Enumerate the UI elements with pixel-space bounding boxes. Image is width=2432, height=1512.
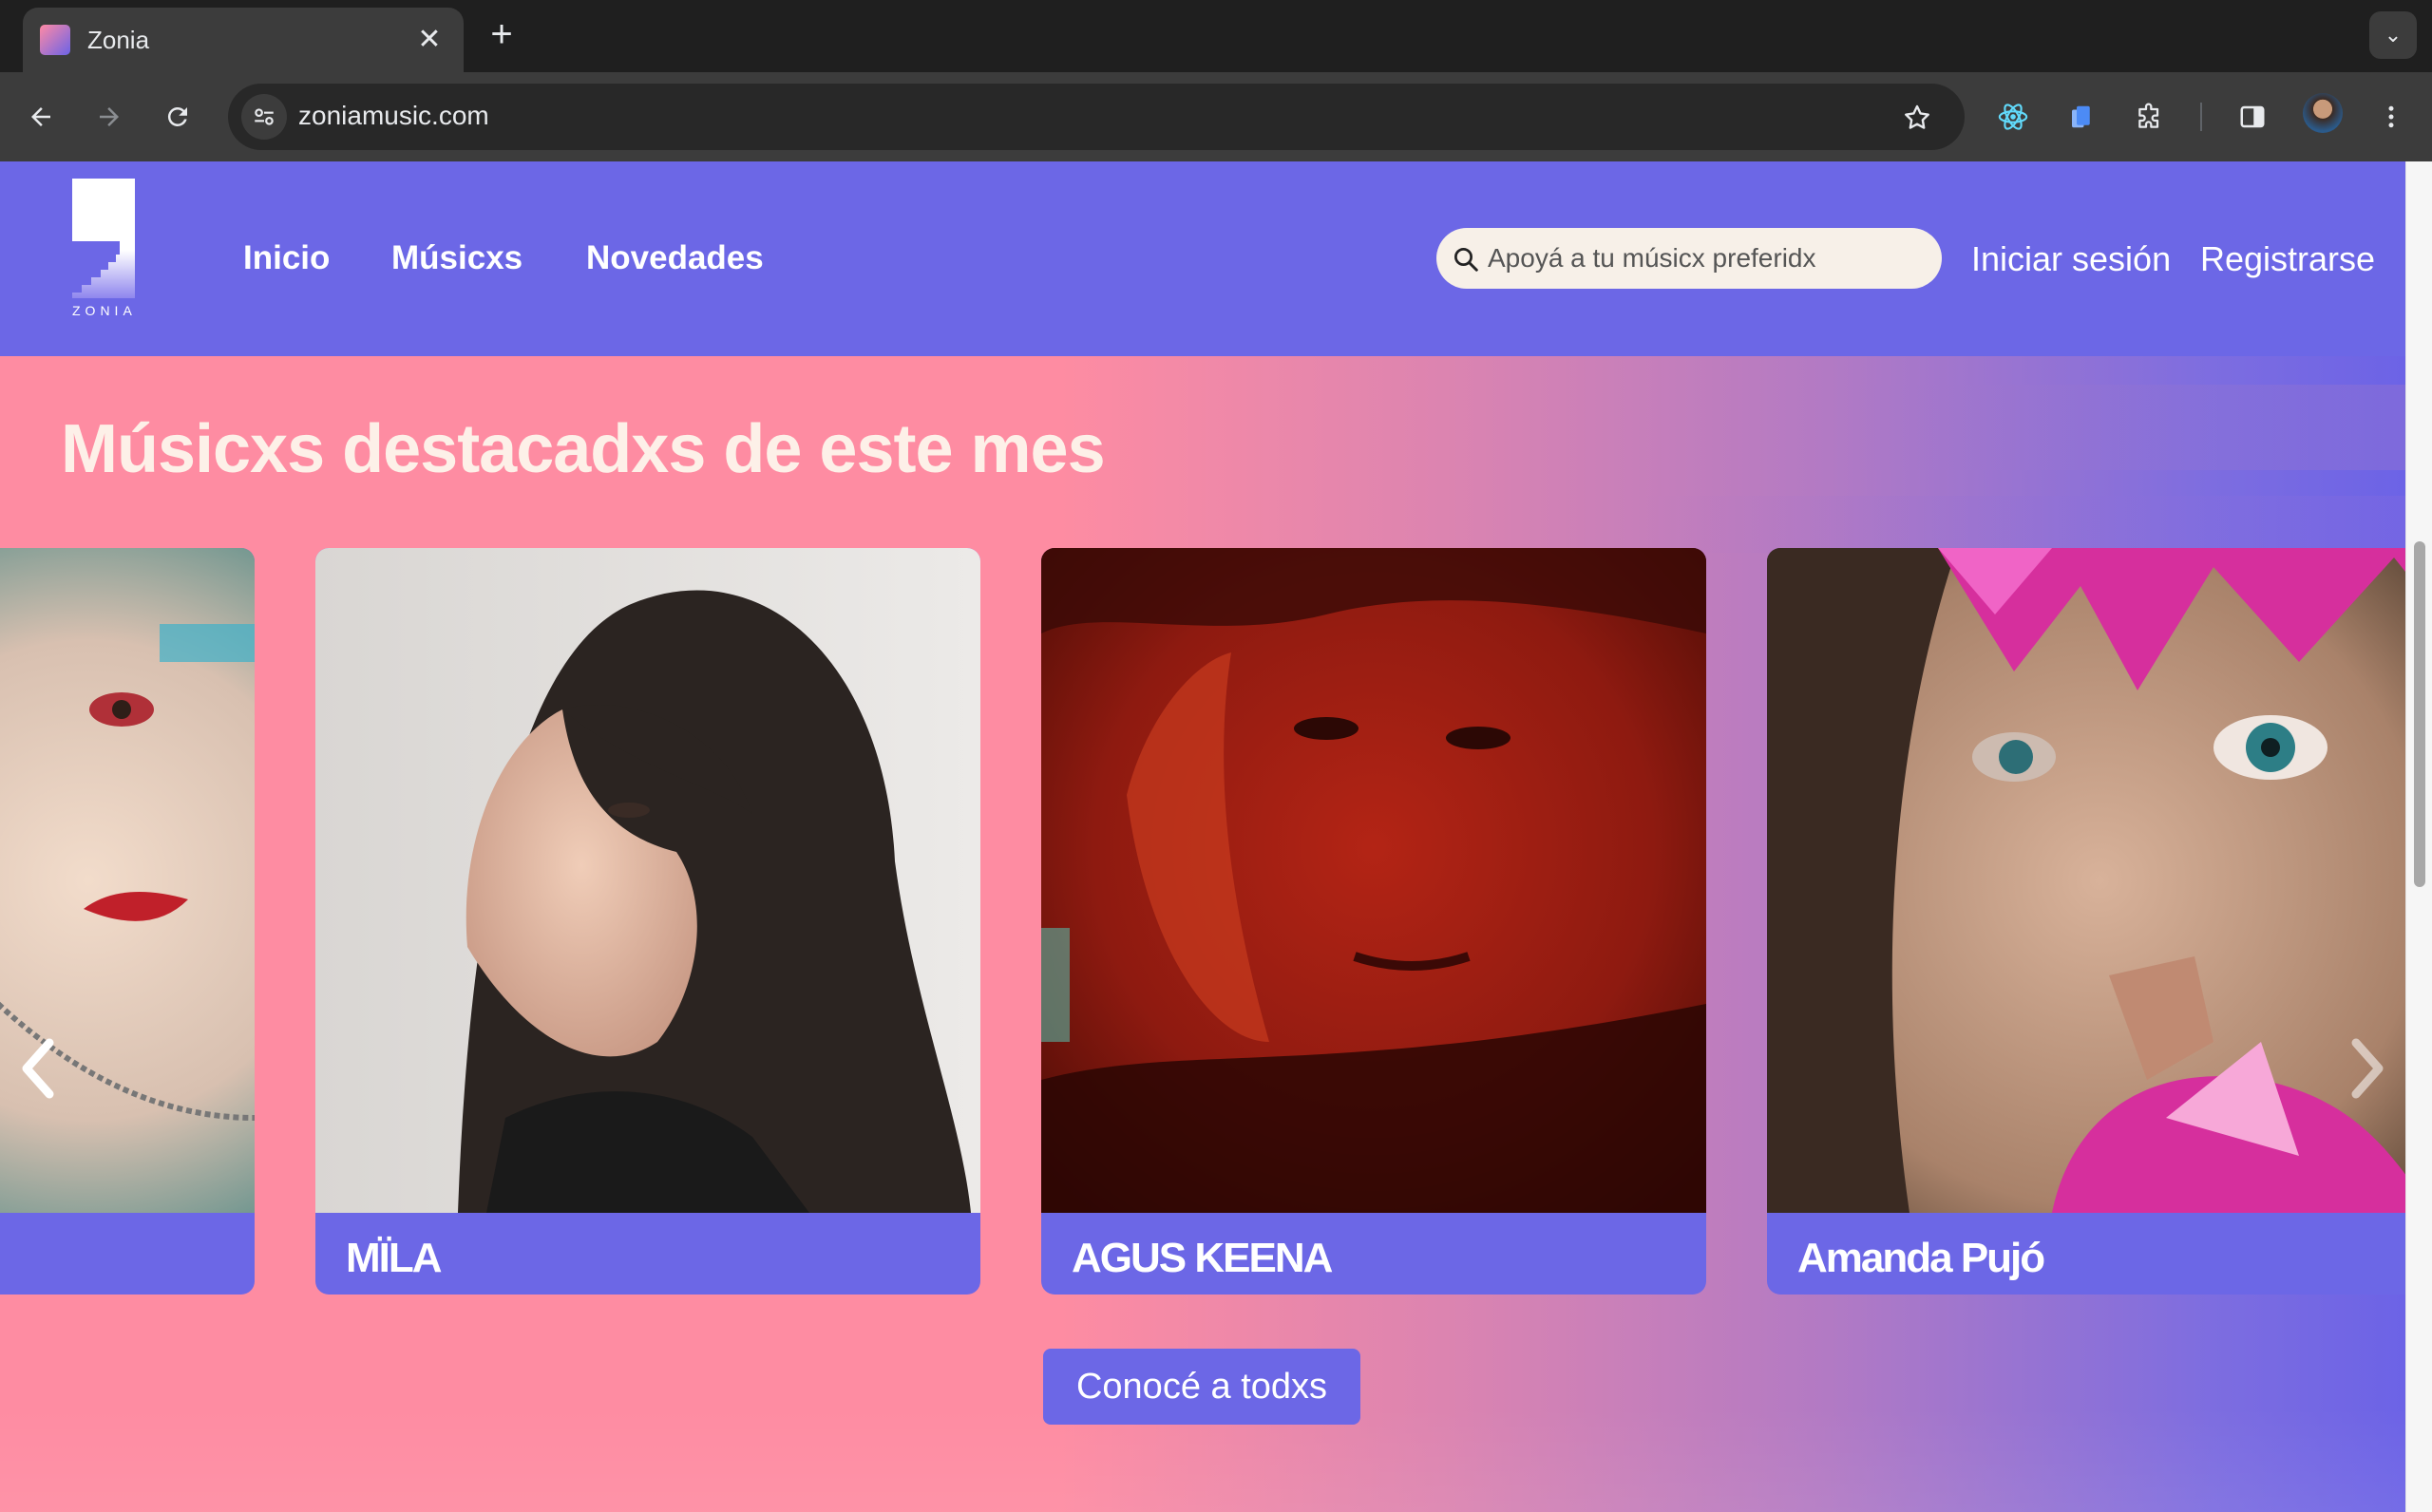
avatar[interactable] [2303,93,2343,133]
artist-name: AGUS KEENA [1072,1235,1333,1281]
login-link[interactable]: Iniciar sesión [1971,239,2171,279]
star-icon[interactable] [1896,97,1938,139]
toolbar-divider [2200,103,2202,131]
zonia-favicon-icon [40,25,70,55]
artist-card[interactable] [0,548,255,1295]
address-bar[interactable]: zoniamusic.com [228,84,1965,150]
browser-tab[interactable]: Zonia ✕ [23,8,464,72]
decor-band [1843,385,2405,470]
artist-photo [1041,548,1706,1213]
carousel-prev-icon[interactable] [15,1037,61,1100]
meet-all-button[interactable]: Conocé a todxs [1043,1349,1360,1425]
search-icon [1454,248,1478,272]
chevron-down-icon[interactable]: ⌄ [2369,11,2417,59]
nav-novedades[interactable]: Novedades [586,239,764,277]
section-title: Músicxs destacadxs de este mes [61,411,1106,487]
browser-toolbar: zoniamusic.com [0,72,2432,161]
artist-card[interactable]: AGUS KEENA [1041,548,1706,1295]
artist-photo [0,548,255,1213]
close-icon[interactable]: ✕ [412,23,446,57]
site-header: ZONIA Inicio Músicxs Novedades Iniciar s… [0,161,2405,356]
register-link[interactable]: Registrarse [2200,239,2375,279]
page-viewport: ZONIA Inicio Músicxs Novedades Iniciar s… [0,161,2405,1512]
react-devtools-icon[interactable] [1991,95,2035,139]
search-box[interactable] [1436,228,1942,289]
artist-card[interactable]: Amanda Pujó [1767,548,2405,1295]
browser-tab-bar: Zonia ✕ + ⌄ [0,0,2432,72]
reload-icon[interactable] [156,95,200,139]
artist-name: Amanda Pujó [1797,1235,2045,1281]
forward-arrow-icon[interactable] [87,95,131,139]
zonia-logo[interactable] [72,179,135,319]
artist-photo [315,548,980,1213]
side-panel-icon[interactable] [2231,95,2274,139]
scrollbar-thumb[interactable] [2414,541,2425,887]
artist-name: MÏLA [346,1235,443,1281]
artist-photo [1767,548,2405,1213]
artist-card[interactable]: MÏLA [315,548,980,1295]
logo-wordmark: ZONIA [72,303,137,318]
new-tab-button[interactable]: + [481,13,522,55]
nav-musicxs[interactable]: Músicxs [391,239,522,277]
search-input[interactable] [1488,228,1925,289]
back-arrow-icon[interactable] [19,95,63,139]
tab-title: Zonia [87,25,150,54]
extension-doc-icon[interactable] [2060,95,2103,139]
more-vert-icon[interactable] [2369,95,2413,139]
site-info-icon[interactable] [241,94,287,140]
decor-band [1634,496,2405,553]
url-text[interactable]: zoniamusic.com [298,101,489,131]
puzzle-icon[interactable] [2128,95,2172,139]
carousel-next-icon[interactable] [2345,1037,2390,1100]
page-scrollbar[interactable] [2405,161,2432,1512]
nav-inicio[interactable]: Inicio [243,239,330,277]
